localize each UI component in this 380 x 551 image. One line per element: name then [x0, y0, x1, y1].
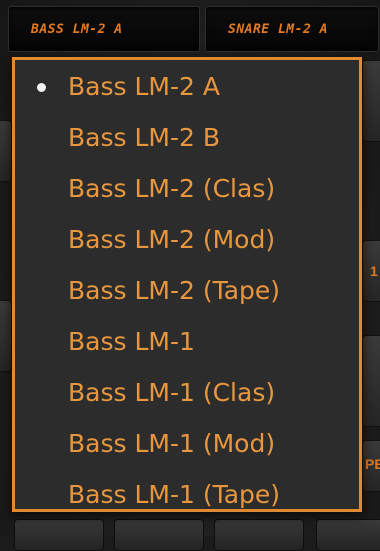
bottom-button-4[interactable] — [316, 519, 380, 551]
menu-item[interactable]: Bass LM-1 (Clas) — [15, 367, 359, 418]
snare-sample-label: SNARE LM-2 A — [228, 22, 328, 37]
menu-item[interactable]: Bass LM-1 (Mod) — [15, 418, 359, 469]
selected-bullet-icon — [37, 83, 46, 92]
menu-item-label: Bass LM-2 B — [68, 123, 220, 152]
menu-item[interactable]: Bass LM-1 (Tape) — [15, 469, 359, 520]
right-pad-value: 1 — [370, 263, 378, 279]
bottom-button-3[interactable] — [214, 519, 304, 551]
left-control-pad-lower[interactable] — [0, 300, 12, 372]
menu-item[interactable]: Bass LM-2 (Tape) — [15, 265, 359, 316]
menu-item[interactable]: Bass LM-2 (Mod) — [15, 214, 359, 265]
menu-item-label: Bass LM-2 (Mod) — [68, 225, 276, 254]
bass-sample-label: BASS LM-2 A — [31, 22, 123, 37]
bottom-button-1[interactable] — [14, 519, 104, 551]
bass-sample-selector[interactable]: BASS LM-2 A — [8, 6, 200, 52]
sample-menu-list: Bass LM-2 A Bass LM-2 B Bass LM-2 (Clas) Ba… — [15, 60, 359, 520]
menu-item-label: Bass LM-1 (Mod) — [68, 429, 276, 458]
menu-item-label: Bass LM-1 (Clas) — [68, 378, 276, 407]
menu-item-label: Bass LM-2 A — [68, 72, 220, 101]
right-control-pad-bottom[interactable]: PE — [362, 440, 380, 492]
right-control-pad-lower[interactable] — [362, 335, 380, 427]
snare-sample-selector[interactable]: SNARE LM-2 A — [205, 6, 379, 52]
menu-item-label: Bass LM-2 (Tape) — [68, 276, 281, 305]
menu-item[interactable]: Bass LM-2 B — [15, 112, 359, 163]
menu-item[interactable]: Bass LM-2 (Clas) — [15, 163, 359, 214]
left-control-pad[interactable] — [0, 120, 12, 182]
menu-item[interactable]: Bass LM-1 — [15, 316, 359, 367]
sample-dropdown-menu: Bass LM-2 A Bass LM-2 B Bass LM-2 (Clas) Ba… — [12, 57, 362, 512]
bottom-button-2[interactable] — [114, 519, 204, 551]
right-pad-text: PE — [365, 456, 380, 472]
menu-item[interactable]: Bass LM-2 A — [15, 61, 359, 112]
menu-item-label: Bass LM-2 (Clas) — [68, 174, 276, 203]
menu-item-label: Bass LM-1 — [68, 327, 195, 356]
menu-item-label: Bass LM-1 (Tape) — [68, 480, 281, 509]
right-control-pad-mid[interactable]: 1 — [362, 240, 380, 302]
right-control-pad[interactable] — [362, 60, 380, 142]
